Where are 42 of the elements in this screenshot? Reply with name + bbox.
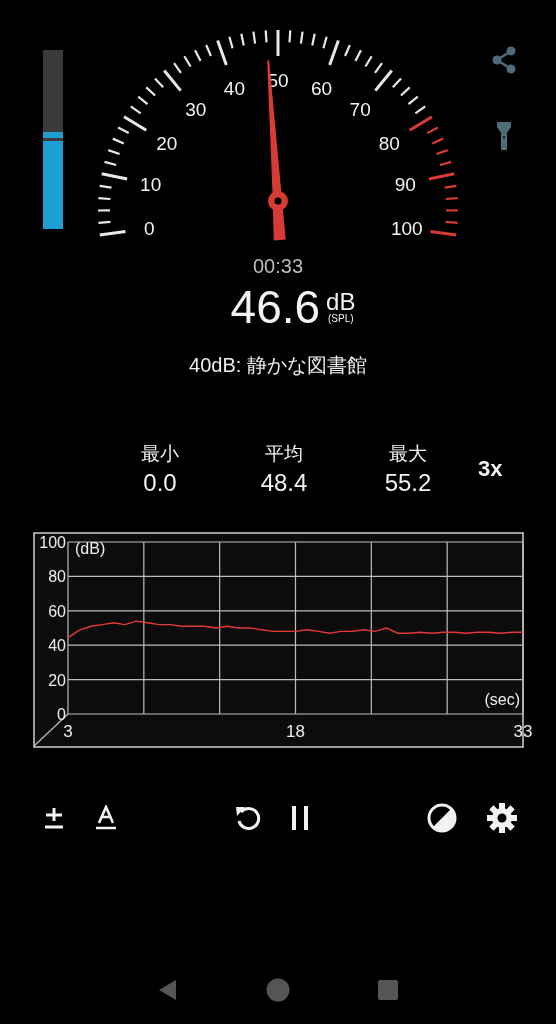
letter-a-icon[interactable] [94, 805, 117, 831]
noise-description: 40dB: 静かな図書館 [188, 353, 368, 378]
gauge-label: 60 [311, 77, 333, 99]
gauge-label: 90 [394, 173, 416, 195]
y-axis-label: 0 [57, 706, 66, 723]
stat-label: 平均 [265, 442, 303, 466]
plus-minus-icon[interactable] [42, 806, 66, 830]
reset-icon[interactable] [233, 804, 262, 832]
back-icon[interactable] [158, 979, 178, 1001]
y-axis-title: (dB) [75, 540, 106, 557]
settings-icon[interactable] [485, 802, 518, 834]
flashlight-icon[interactable] [497, 122, 511, 150]
gauge-label: 20 [156, 132, 178, 154]
gauge-label: 10 [140, 173, 162, 195]
contrast-icon[interactable] [427, 803, 458, 833]
y-axis-label: 100 [39, 534, 66, 551]
elapsed-time: 00:33 [251, 255, 305, 278]
y-axis-label: 80 [48, 568, 66, 586]
gauge-label: 70 [349, 99, 371, 121]
unit-label: dB [326, 290, 356, 313]
gauge-label: 0 [144, 218, 155, 240]
sound-level-value: 46.6 [230, 280, 321, 334]
unit-note: (SPL) [327, 312, 354, 324]
stat-value: 48.4 [260, 469, 308, 497]
pause-icon[interactable] [290, 804, 311, 832]
gauge-label: 80 [378, 132, 400, 154]
gauge-label: 40 [223, 77, 245, 99]
gauge-label: 100 [390, 218, 423, 240]
gauge-label: 30 [185, 99, 207, 121]
x-axis-label: 3 [63, 722, 73, 741]
share-icon[interactable] [491, 46, 517, 74]
zoom-button[interactable]: 3x [474, 456, 507, 482]
x-axis-label: 18 [286, 722, 305, 741]
x-axis-title: (sec) [484, 691, 520, 708]
home-icon[interactable] [266, 978, 290, 1002]
y-axis-label: 40 [48, 637, 66, 655]
stat-label: 最大 [389, 442, 427, 466]
stat-label: 最小 [141, 442, 179, 466]
stat-value: 55.2 [384, 469, 432, 497]
y-axis-label: 20 [48, 671, 66, 689]
y-axis-label: 60 [48, 602, 66, 620]
stat-value: 0.0 [143, 469, 177, 497]
